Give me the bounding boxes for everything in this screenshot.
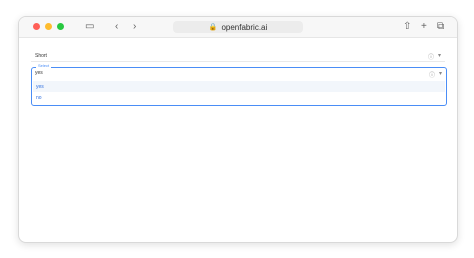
tabs-icon[interactable]: ⧉ [437,21,444,33]
short-field-value: Short [35,52,47,59]
select-option-yes[interactable]: yes [33,81,445,92]
close-window-button[interactable] [33,23,40,30]
short-field-icons: ⓘ ▾ [428,52,441,61]
select-option-no[interactable]: no [33,92,445,103]
page-content: Short ⓘ ▾ Select yes ⓘ ▾ yes no [19,38,457,242]
info-icon[interactable]: ⓘ [429,70,435,79]
caret-down-icon[interactable]: ▾ [438,52,441,61]
caret-down-icon[interactable]: ▾ [439,70,442,79]
select-value: yes [35,70,43,76]
sidebar-icon[interactable]: ▭ [85,21,94,33]
address-bar[interactable]: 🔒 openfabric.ai [173,21,303,33]
browser-window: ▭ ‹ › 🔒 openfabric.ai ⇧ + ⧉ Short ⓘ ▾ Se… [18,16,458,243]
zoom-window-button[interactable] [57,23,64,30]
lock-icon: 🔒 [208,24,218,31]
address-bar-url: openfabric.ai [221,22,268,32]
select-field[interactable]: Select yes ⓘ ▾ yes no [31,63,447,106]
minimize-window-button[interactable] [45,23,52,30]
info-icon[interactable]: ⓘ [428,52,434,61]
chevron-left-icon[interactable]: ‹ [115,21,118,33]
select-label: Select [36,63,52,68]
select-icons: ⓘ ▾ [429,70,442,79]
short-field[interactable]: Short ⓘ ▾ [31,50,445,62]
browser-toolbar: ▭ ‹ › 🔒 openfabric.ai ⇧ + ⧉ [19,17,457,38]
chevron-right-icon[interactable]: › [133,21,136,33]
plus-icon[interactable]: + [421,21,427,33]
share-icon[interactable]: ⇧ [403,21,411,33]
